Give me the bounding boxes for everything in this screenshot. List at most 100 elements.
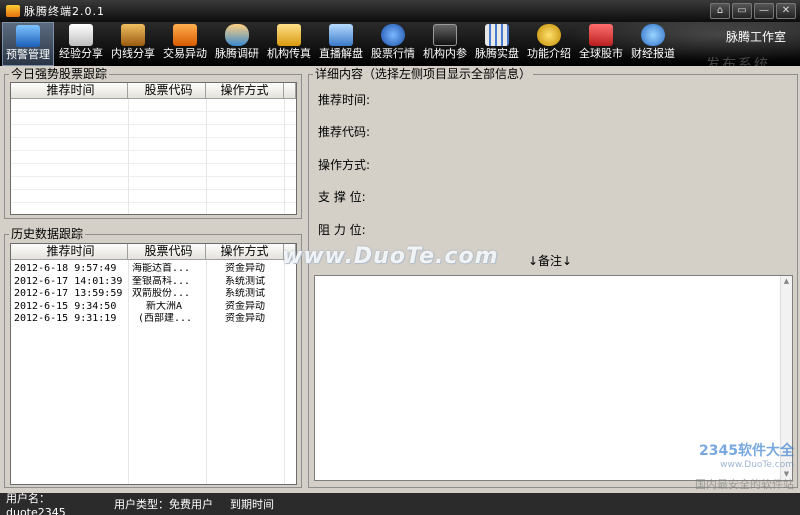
toolbar-item-live-analysis[interactable]: 直播解盘 [315,22,367,66]
toolbar-item-label: 经验分享 [59,47,103,60]
title-bar: 脉腾终端2.0.1 ⌂ ▭ — ✕ [0,0,800,22]
list-header: 推荐时间 股票代码 操作方式 [11,244,296,260]
toolbar-item-stock-quotes[interactable]: 股票行情 [367,22,419,66]
list-body: 2012-6-18 9:57:49 海能达首... 资金异动 2012-6-17… [11,260,296,326]
help-button[interactable]: ⌂ [710,3,730,19]
cell-method: 系统测试 [225,275,265,287]
document-icon [69,24,93,46]
field-recommend-code: 推荐代码: [318,125,371,139]
toolbar-item-institution-ref[interactable]: 机构内参 [419,22,471,66]
status-user-type: 用户类型：免费用户 [114,498,213,511]
toolbar-item-label: 机构内参 [423,47,467,60]
column-header-spacer [284,83,296,98]
column-header-method[interactable]: 操作方式 [206,244,284,259]
column-separator [128,99,129,214]
people-icon [225,24,249,46]
column-header-code[interactable]: 股票代码 [128,244,206,259]
toolbar-item-features[interactable]: 功能介绍 [523,22,575,66]
cell-time: 2012-6-18 9:57:49 [14,263,117,274]
toolbar-item-alert-management[interactable]: 预警管理 [2,22,54,66]
column-separator [206,99,207,214]
table-row[interactable]: 2012-6-18 9:57:49 海能达首... 资金异动 [11,263,296,276]
status-expire: 到期时间 [230,498,274,511]
cell-code: 奎银高科... [132,275,191,287]
toolbar-item-label: 脉腾调研 [215,47,259,60]
toolbar-item-experience[interactable]: 经验分享 [55,22,107,66]
window-title: 脉腾终端2.0.1 [24,5,105,18]
panel-title: 详细内容（选择左侧项目显示全部信息） [313,67,534,81]
toolbar-item-label: 脉腾实盘 [475,47,519,60]
toolbar-item-label: 机构传真 [267,47,311,60]
table-row[interactable]: 2012-6-17 14:01:39 奎银高科... 系统测试 [11,276,296,289]
globe-icon [381,24,405,46]
list-grid [11,99,296,214]
scroll-up-icon[interactable]: ▲ [781,276,792,287]
toolbar-item-label: 财经报道 [631,47,675,60]
today-stocks-list[interactable]: 推荐时间 股票代码 操作方式 [10,82,297,215]
toolbar-item-institution-fax[interactable]: 机构传真 [263,22,315,66]
coins-icon [537,24,561,46]
cell-time: 2012-6-17 13:59:59 [14,288,123,299]
toolbar-item-label: 功能介绍 [527,47,571,60]
door-icon [121,24,145,46]
history-list[interactable]: 推荐时间 股票代码 操作方式 2012-6-18 9:57:49 海能达首...… [10,243,297,485]
duote-watermark: www.DuoTe.com [282,244,499,269]
cell-code: 新大洲A [146,300,183,312]
cell-method: 资金异动 [225,313,265,324]
toolbar-item-label: 全球股市 [579,47,623,60]
list-header: 推荐时间 股票代码 操作方式 [11,83,296,99]
panel-title: 历史数据跟踪 [9,227,86,241]
panel-title: 今日强势股票跟踪 [9,67,110,81]
status-bar: 用户名：duote2345 用户类型：免费用户 到期时间 [0,491,800,515]
table-row[interactable]: 2012-6-17 13:59:59 双箭股份... 系统测试 [11,288,296,301]
status-username: 用户名：duote2345 [6,491,66,515]
column-header-time[interactable]: 推荐时间 [11,244,128,259]
site-url: www.DuoTe.com [720,460,794,470]
world-icon [641,24,665,46]
field-support-level: 支 撑 位: [318,190,366,204]
cell-time: 2012-6-15 9:31:19 [14,313,117,324]
toolbar-item-finance-news[interactable]: 财经报道 [627,22,679,66]
cell-time: 2012-6-15 9:34:50 [14,300,117,312]
banner-text: 发布系统 [706,57,770,66]
window-controls: ⌂ ▭ — ✕ [710,3,796,19]
site-slogan: 国内最安全的软件站 [695,478,794,491]
remark-label: ↓备注↓ [528,254,573,268]
rss-icon [173,24,197,46]
presentation-icon [329,24,353,46]
toolbar-item-research[interactable]: 脉腾调研 [211,22,263,66]
minimize-button[interactable]: — [754,3,774,19]
mail-icon [589,24,613,46]
toolbar-item-insider[interactable]: 内线分享 [107,22,159,66]
table-row[interactable]: 2012-6-15 9:31:19 (西部建... 资金异动 [11,313,296,326]
column-header-code[interactable]: 股票代码 [128,83,206,98]
column-header-time[interactable]: 推荐时间 [11,83,128,98]
cell-method: 资金异动 [225,263,265,274]
restore-button[interactable]: ▭ [732,3,752,19]
toolbar-item-label: 内线分享 [111,47,155,60]
field-recommend-time: 推荐时间: [318,93,371,107]
terminal-icon [433,24,457,46]
field-operation-method: 操作方式: [318,158,371,172]
studio-label: 脉腾工作室 [725,30,786,44]
app-icon [6,5,20,17]
column-separator [284,99,285,214]
cell-method: 资金异动 [225,300,265,312]
toolbar-item-global-markets[interactable]: 全球股市 [575,22,627,66]
site-name: 2345软件大全 [699,443,794,459]
cell-code: 双箭股份... [132,288,191,299]
cell-code: (西部建... [138,313,193,324]
close-button[interactable]: ✕ [776,3,796,19]
toolbar-item-label: 预警管理 [6,48,50,61]
toolbar-item-label: 直播解盘 [319,47,363,60]
field-resistance-level: 阻 力 位: [318,223,366,237]
table-row[interactable]: 2012-6-15 9:34:50 新大洲A 资金异动 [11,301,296,314]
column-header-method[interactable]: 操作方式 [206,83,284,98]
toolbar-item-trade-anomaly[interactable]: 交易异动 [159,22,211,66]
folder-icon [277,24,301,46]
cell-method: 系统测试 [225,288,265,299]
toolbar-item-live-trading[interactable]: 脉腾实盘 [471,22,523,66]
monitor-icon [16,25,40,47]
toolbar-item-label: 交易异动 [163,47,207,60]
cell-time: 2012-6-17 14:01:39 [14,275,123,287]
